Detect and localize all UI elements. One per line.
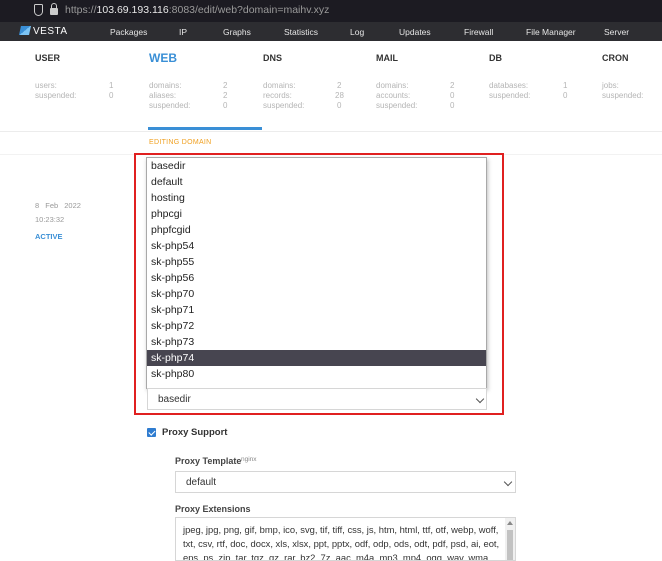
dropdown-option-highlighted[interactable]: sk-php74 <box>147 350 486 366</box>
stat-value: 2 <box>223 91 228 100</box>
nav-graphs[interactable]: Graphs <box>223 27 251 37</box>
shield-icon[interactable] <box>34 4 43 16</box>
stat-value: 0 <box>337 101 342 110</box>
nav-server[interactable]: Server <box>604 27 629 37</box>
stat-value: 0 <box>563 91 568 100</box>
dropdown-option[interactable]: default <box>147 174 486 190</box>
nav-ip[interactable]: IP <box>179 27 187 37</box>
stat-label: accounts: <box>376 91 411 100</box>
stat-value: 2 <box>450 81 455 90</box>
stat-title: DB <box>489 53 502 63</box>
nav-packages[interactable]: Packages <box>110 27 147 37</box>
template-select-value: basedir <box>158 394 191 405</box>
stat-value: 2 <box>223 81 228 90</box>
stat-label: domains: <box>263 81 296 90</box>
nav-log[interactable]: Log <box>350 27 364 37</box>
scroll-up-arrow-icon[interactable] <box>507 521 513 525</box>
proxy-extensions-textarea[interactable]: jpeg, jpg, png, gif, bmp, ico, svg, tif,… <box>175 517 516 561</box>
chevron-down-icon <box>503 477 513 487</box>
stat-label: suspended: <box>489 91 531 100</box>
stat-value: 0 <box>450 101 455 110</box>
dropdown-option[interactable]: sk-php80 <box>147 366 486 382</box>
dropdown-option[interactable]: sk-php54 <box>147 238 486 254</box>
proxy-template-hint: nginx <box>241 456 257 463</box>
proxy-extensions-label: Proxy Extensions <box>175 504 251 514</box>
dropdown-option[interactable]: sk-php72 <box>147 318 486 334</box>
stat-label: suspended: <box>376 101 418 110</box>
proxy-template-label: Proxy Template <box>175 456 242 466</box>
template-dropdown-list[interactable]: basedir default hosting phpcgi phpfcgid … <box>146 157 487 389</box>
nav-file-manager[interactable]: File Manager <box>526 27 576 37</box>
dropdown-option[interactable]: basedir <box>147 158 486 174</box>
url-scheme: https:// <box>65 4 97 16</box>
stat-title: CRON <box>602 53 629 63</box>
stat-label: aliases: <box>149 91 177 100</box>
stat-value: 1 <box>109 81 114 90</box>
proxy-template-value: default <box>186 477 217 488</box>
stat-value: 1 <box>563 81 568 90</box>
dropdown-option[interactable]: hosting <box>147 190 486 206</box>
stat-title: WEB <box>149 51 177 65</box>
logo-text: VESTA <box>33 26 68 37</box>
proxy-extensions-text: jpeg, jpg, png, gif, bmp, ico, svg, tif,… <box>183 524 500 561</box>
scrollbar-thumb[interactable] <box>507 530 513 560</box>
stat-value: 0 <box>450 91 455 100</box>
stat-label: users: <box>35 81 57 90</box>
url-host: 103.69.193.116 <box>96 4 169 16</box>
dropdown-option[interactable]: sk-php70 <box>147 286 486 302</box>
browser-address-bar: https://103.69.193.116:8083/edit/web?dom… <box>0 0 662 22</box>
stat-label: records: <box>263 91 292 100</box>
dropdown-option[interactable]: sk-php73 <box>147 334 486 350</box>
stat-label: databases: <box>489 81 529 90</box>
stat-label: suspended: <box>35 91 77 100</box>
stat-label: domains: <box>149 81 182 90</box>
nav-statistics[interactable]: Statistics <box>284 27 318 37</box>
stat-label: suspended: <box>263 101 305 110</box>
dropdown-option[interactable]: sk-php55 <box>147 254 486 270</box>
stat-title: MAIL <box>376 53 398 63</box>
stats-panel: USER users: 1 suspended: 0 WEB domains: … <box>0 41 662 132</box>
proxy-support-label[interactable]: Proxy Support <box>162 427 227 438</box>
top-navigation: VESTA Packages IP Graphs Statistics Log … <box>0 22 662 41</box>
active-tab-underline <box>148 127 262 130</box>
domain-date: 8 Feb 2022 <box>35 201 81 210</box>
stat-title: USER <box>35 53 61 63</box>
stat-title: DNS <box>263 53 283 63</box>
proxy-template-select[interactable]: default <box>175 471 516 493</box>
stat-value: 0 <box>109 91 114 100</box>
stat-label: suspended: <box>149 101 191 110</box>
vesta-logo-icon <box>19 26 31 35</box>
dropdown-option[interactable]: sk-php56 <box>147 270 486 286</box>
nav-firewall[interactable]: Firewall <box>464 27 493 37</box>
vesta-logo[interactable]: VESTA <box>19 26 68 37</box>
template-select[interactable]: basedir <box>147 388 487 410</box>
stat-value: 0 <box>223 101 228 110</box>
editing-domain-label: EDITING DOMAIN <box>149 139 212 146</box>
nav-updates[interactable]: Updates <box>399 27 431 37</box>
textarea-scrollbar[interactable] <box>505 518 515 560</box>
lock-icon[interactable] <box>50 3 58 15</box>
stat-label: domains: <box>376 81 409 90</box>
domain-status: ACTIVE <box>35 232 63 241</box>
domain-time: 10:23:32 <box>35 215 65 224</box>
stat-value: 2 <box>337 81 342 90</box>
url-field[interactable]: https://103.69.193.116:8083/edit/web?dom… <box>65 4 329 16</box>
stat-value: 28 <box>335 91 344 100</box>
stat-label: jobs: <box>602 81 619 90</box>
dropdown-option[interactable]: sk-php71 <box>147 302 486 318</box>
dropdown-option[interactable]: phpfcgid <box>147 222 486 238</box>
chevron-down-icon <box>475 394 485 404</box>
stat-label: suspended: <box>602 91 644 100</box>
url-path: :8083/edit/web?domain=maihv.xyz <box>168 4 330 16</box>
dropdown-option[interactable]: phpcgi <box>147 206 486 222</box>
proxy-support-checkbox[interactable] <box>147 428 156 437</box>
